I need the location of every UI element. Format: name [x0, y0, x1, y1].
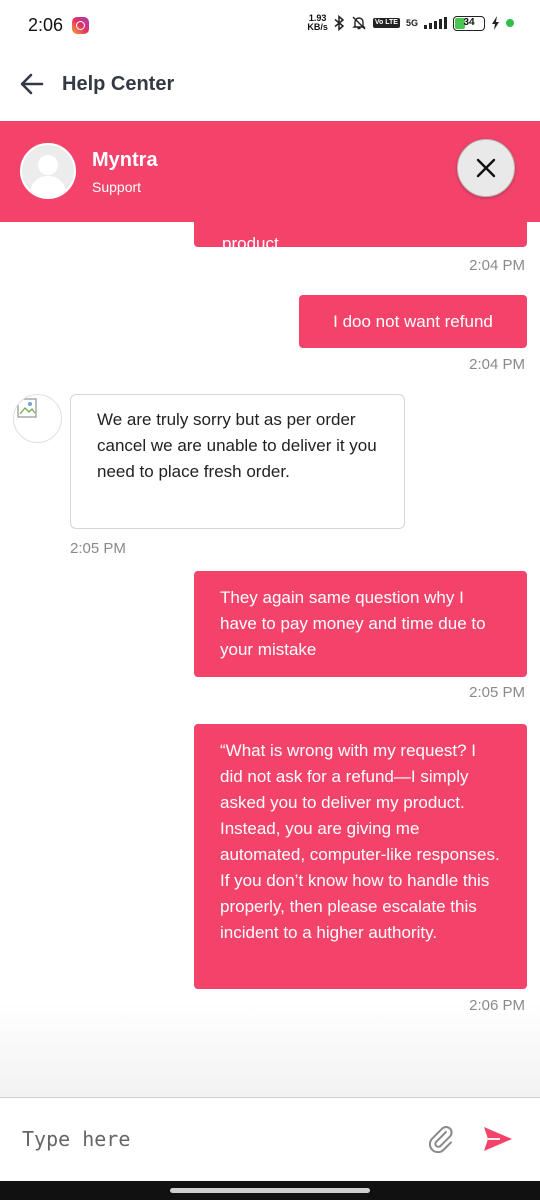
send-icon[interactable] [480, 1122, 516, 1156]
message-text: They again same question why I have to p… [220, 588, 486, 659]
battery-icon: 34 [453, 15, 485, 31]
message-text: “What is wrong with my request? I did no… [220, 741, 500, 942]
message-bubble-sent: I doo not want refund [299, 295, 527, 348]
status-time: 2:06 [28, 14, 64, 35]
net-speed-unit: KB/s [307, 22, 328, 32]
charging-icon [492, 16, 499, 30]
close-button[interactable] [457, 139, 515, 197]
message-time: 2:05 PM [469, 684, 525, 701]
network-type: 5G [405, 18, 418, 28]
agent-name: Myntra [92, 149, 158, 171]
network-speed: 1.93 KB/s [307, 14, 328, 32]
bluetooth-icon [334, 15, 345, 31]
instagram-notification-icon [72, 16, 90, 34]
message-time: 2:06 PM [469, 997, 525, 1014]
message-time: 2:04 PM [469, 257, 525, 274]
message-composer [0, 1097, 540, 1181]
broken-image-icon [17, 398, 37, 418]
message-time: 2:05 PM [70, 540, 126, 557]
status-bar: 2:06 1.93 KB/s Vo LTE 5G 34 [0, 0, 540, 50]
app-bar: Help Center [0, 52, 540, 116]
user-avatar-icon [20, 143, 76, 199]
message-bubble-received: We are truly sorry but as per order canc… [70, 394, 405, 529]
status-icons: 1.93 KB/s Vo LTE 5G 34 [307, 14, 514, 32]
message-text: I doo not want refund [333, 311, 493, 331]
active-dot-icon [506, 19, 514, 27]
message-input[interactable] [22, 1122, 402, 1156]
agent-role: Support [92, 179, 142, 195]
message-bubble-sent: product [194, 222, 527, 253]
agent-avatar [13, 394, 62, 443]
mute-bell-icon [352, 16, 366, 30]
signal-strength-icon [424, 17, 447, 29]
message-text: We are truly sorry but as per order canc… [97, 410, 377, 481]
attach-icon[interactable] [424, 1122, 458, 1156]
volte-badge: Vo LTE [372, 18, 400, 28]
close-icon [476, 158, 496, 178]
navigation-bar [0, 1181, 540, 1200]
page-title: Help Center [62, 72, 175, 95]
message-bubble-sent: They again same question why I have to p… [194, 571, 527, 677]
home-indicator[interactable] [170, 1188, 370, 1193]
message-bubble-sent: “What is wrong with my request? I did no… [194, 724, 527, 989]
battery-level: 34 [463, 16, 475, 28]
chat-messages[interactable]: product 2:04 PM I doo not want refund 2:… [0, 222, 540, 1097]
message-time: 2:04 PM [469, 356, 525, 373]
back-arrow-icon[interactable] [18, 70, 46, 98]
message-text: product [222, 234, 279, 253]
